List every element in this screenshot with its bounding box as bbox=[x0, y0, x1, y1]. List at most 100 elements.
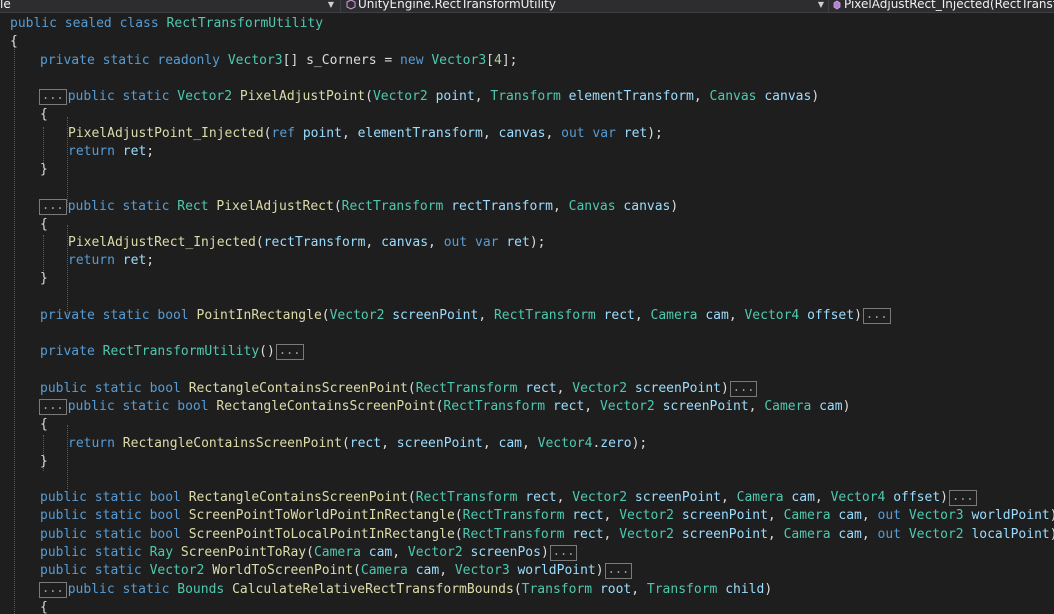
code-token: , bbox=[603, 527, 620, 542]
code-token: screenPoint bbox=[396, 436, 483, 451]
code-token: , bbox=[392, 545, 408, 560]
code-token: rect bbox=[572, 527, 604, 542]
code-token: Canvas bbox=[709, 89, 765, 104]
code-token: RectTransformUtility bbox=[166, 16, 324, 31]
code-token: screenPoint bbox=[662, 399, 749, 414]
code-token: cam bbox=[819, 399, 843, 414]
member-dropdown-label: PixelAdjustRect_Injected(RectTransfo bbox=[844, 0, 1054, 11]
code-line: ... public static Vector2 PixelAdjustPoin… bbox=[39, 88, 819, 106]
code-token: { bbox=[40, 600, 48, 614]
collapsed-region-button[interactable]: ... bbox=[39, 198, 67, 215]
code-token: ; bbox=[146, 144, 155, 159]
code-token: } bbox=[40, 454, 48, 469]
code-token: , bbox=[767, 527, 784, 542]
code-token: Vector2 bbox=[572, 381, 635, 396]
code-token: ref bbox=[271, 126, 303, 141]
project-dropdown[interactable]: le ▼ bbox=[0, 0, 334, 12]
code-token: canvas bbox=[623, 199, 671, 214]
code-token: Camera bbox=[783, 508, 839, 523]
code-token: Vector2 bbox=[329, 308, 393, 323]
code-token: public static bool bbox=[40, 527, 189, 542]
code-token: Vector3 bbox=[431, 53, 487, 68]
project-dropdown-label: le bbox=[0, 0, 11, 11]
code-token: Camera bbox=[313, 545, 369, 560]
collapsed-region-button[interactable]: ... bbox=[862, 307, 891, 324]
collapsed-region-button[interactable]: ... bbox=[729, 380, 758, 397]
code-token: Vector2 bbox=[407, 545, 471, 560]
code-token: out var bbox=[443, 235, 507, 250]
collapsed-region-button[interactable]: ... bbox=[604, 562, 633, 579]
code-token: cam bbox=[498, 436, 522, 451]
code-token: ) bbox=[670, 199, 679, 214]
collapsed-region-button[interactable]: ... bbox=[39, 581, 67, 598]
code-editor[interactable]: public sealed class RectTransformUtility… bbox=[0, 13, 1054, 614]
code-token: canvas bbox=[498, 126, 546, 141]
code-token: PointInRectangle bbox=[196, 308, 322, 323]
code-token: Bounds bbox=[177, 582, 233, 597]
code-token: ) bbox=[1050, 508, 1054, 523]
code-token: Transform bbox=[490, 89, 569, 104]
code-line: public static bool ScreenPointToLocalPoi… bbox=[40, 526, 1054, 544]
code-line: public static bool ScreenPointToWorldPoi… bbox=[40, 507, 1054, 525]
code-token: out var bbox=[561, 126, 624, 141]
code-token: PixelAdjustPoint_Injected bbox=[68, 126, 264, 141]
code-line: { bbox=[40, 216, 48, 234]
collapsed-region-button[interactable]: ... bbox=[39, 398, 67, 415]
divider bbox=[828, 0, 829, 12]
collapsed-region-button[interactable]: ... bbox=[948, 489, 977, 506]
code-token: screenPoint bbox=[681, 508, 768, 523]
code-token: , bbox=[428, 235, 444, 250]
code-token: cam bbox=[838, 508, 862, 523]
code-token: canvas bbox=[381, 235, 429, 250]
code-token: Transform bbox=[521, 582, 600, 597]
code-token: public sealed class bbox=[10, 16, 167, 31]
code-token: RectTransform bbox=[415, 381, 526, 396]
collapsed-region-button[interactable]: ... bbox=[39, 88, 67, 105]
collapsed-region-button[interactable]: ... bbox=[549, 544, 578, 561]
code-token: ( bbox=[263, 126, 272, 141]
code-line: return ret; bbox=[68, 252, 154, 270]
code-token: RectTransform bbox=[443, 399, 553, 414]
indent-guide bbox=[43, 127, 44, 163]
code-line: } bbox=[40, 270, 48, 288]
code-token: ) bbox=[764, 582, 773, 597]
member-dropdown[interactable]: PixelAdjustRect_Injected(RectTransfo bbox=[832, 0, 1054, 12]
code-token: Vector2 bbox=[572, 490, 635, 505]
code-token: , bbox=[748, 399, 765, 414]
code-line: public static bool RectangleContainsScre… bbox=[40, 380, 758, 398]
code-line: { bbox=[40, 416, 48, 434]
code-token: , bbox=[693, 89, 710, 104]
code-token: point bbox=[302, 126, 342, 141]
code-line: private RectTransformUtility()... bbox=[40, 343, 304, 361]
code-token: rect bbox=[572, 508, 604, 523]
code-token: public static bbox=[67, 89, 178, 104]
code-token: ScreenPointToLocalPointInRectangle bbox=[188, 527, 455, 542]
code-token: cam bbox=[791, 490, 815, 505]
divider bbox=[340, 0, 341, 12]
code-token: ) bbox=[595, 563, 604, 578]
collapsed-region-button[interactable]: ... bbox=[275, 343, 304, 360]
code-token: RectTransform bbox=[462, 508, 573, 523]
code-token: { bbox=[40, 217, 48, 232]
code-token: return bbox=[68, 144, 123, 159]
code-token: } bbox=[40, 271, 48, 286]
type-dropdown-label: UnityEngine.RectTransformUtility bbox=[358, 0, 556, 11]
code-token: rectTransform bbox=[451, 199, 553, 214]
code-token: out bbox=[877, 527, 909, 542]
code-token: rect bbox=[525, 381, 557, 396]
code-token: ) bbox=[811, 89, 820, 104]
code-token: Canvas bbox=[568, 199, 624, 214]
code-line: { bbox=[40, 599, 48, 614]
code-token: ret bbox=[122, 144, 147, 159]
code-token: screenPoint bbox=[392, 308, 479, 323]
type-dropdown[interactable]: UnityEngine.RectTransformUtility ▼ bbox=[346, 0, 824, 12]
code-token: ( bbox=[365, 89, 373, 104]
code-token: return bbox=[68, 436, 123, 451]
code-token: , bbox=[365, 235, 382, 250]
code-token: Camera bbox=[736, 490, 792, 505]
code-token: ; bbox=[146, 253, 155, 268]
code-token: RectangleContainsScreenPoint bbox=[188, 490, 408, 505]
code-token: ( bbox=[454, 527, 463, 542]
code-line: public static bool RectangleContainsScre… bbox=[40, 489, 977, 507]
code-token: rectTransform bbox=[263, 235, 366, 250]
